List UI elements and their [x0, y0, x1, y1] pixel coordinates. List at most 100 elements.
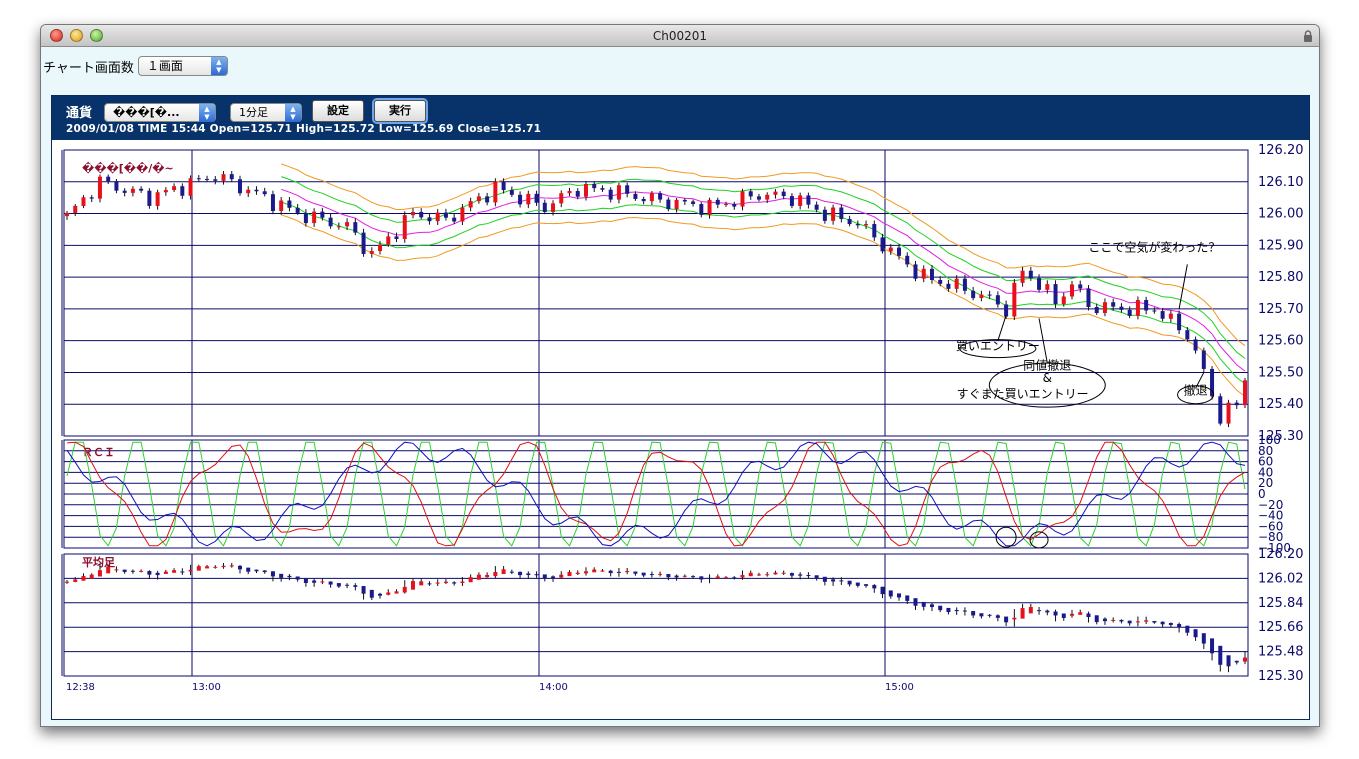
candle-body — [106, 176, 111, 182]
candle-body — [707, 199, 712, 215]
chart-annotation: すぐまた買いエントリー — [957, 387, 1089, 401]
select-arrows-icon: ▲ ▼ — [285, 104, 301, 122]
heikin-body — [509, 571, 514, 573]
candle-body — [938, 279, 943, 284]
currency-select[interactable]: ���[�... ▲ ▼ — [104, 103, 216, 122]
heikin-body — [1061, 613, 1066, 618]
screen-count-select[interactable]: １画面 ▲ ▼ — [137, 56, 228, 76]
candle-body — [641, 198, 646, 202]
candle-body — [196, 178, 201, 180]
heikin-body — [740, 575, 745, 578]
candle-body — [147, 190, 152, 206]
price-panel-title: ���[��/�~ — [82, 161, 174, 175]
candle-body — [180, 186, 185, 196]
candle-body — [1012, 282, 1017, 317]
heikin-body — [1119, 619, 1124, 622]
heikin-body — [724, 577, 729, 579]
time-axis-label: 13:00 — [192, 682, 221, 693]
candle-body — [822, 209, 827, 221]
heikin-tick-label: 126.20 — [1258, 547, 1304, 562]
heikin-body — [97, 570, 102, 577]
candle-body — [468, 201, 473, 208]
heikin-body — [254, 569, 259, 572]
candle-body — [443, 212, 448, 218]
candle-body — [312, 211, 317, 224]
chart-area[interactable]: 126.20 126.10 126.00 125.90 125.80 125.70 125.… — [52, 140, 1309, 719]
heikin-body — [336, 583, 341, 587]
heikin-body — [163, 571, 168, 574]
candle-body — [789, 196, 794, 206]
heikin-body — [674, 575, 679, 578]
heikin-body — [822, 576, 827, 582]
title-bar[interactable]: Ch00201 — [41, 25, 1319, 47]
heikin-body — [1127, 620, 1132, 624]
heikin-body — [419, 581, 424, 586]
heikin-body — [262, 570, 267, 573]
settings-button[interactable]: 設定 — [312, 100, 364, 122]
heikin-body — [106, 566, 111, 574]
heikin-body — [691, 576, 696, 578]
chart-annotation: 買いエントリー — [956, 339, 1040, 353]
candle-body — [1037, 278, 1042, 290]
candle-body — [410, 211, 415, 216]
candle-body — [666, 199, 671, 210]
lock-icon — [1304, 30, 1312, 42]
candle-body — [1177, 313, 1182, 331]
candle-body — [682, 199, 687, 202]
candle-body — [748, 191, 753, 197]
candle-body — [394, 236, 399, 239]
candle-body — [806, 195, 811, 205]
candle-body — [781, 191, 786, 197]
candle-body — [575, 190, 580, 197]
time-axis-label: 12:38 — [66, 682, 95, 693]
candle-body — [897, 247, 902, 256]
price-tick-label: 125.70 — [1258, 302, 1304, 317]
candle-body — [254, 189, 259, 192]
candle-body — [1111, 302, 1116, 307]
candle-body — [320, 211, 325, 218]
heikin-body — [583, 571, 588, 574]
candle-body — [888, 247, 893, 252]
run-button[interactable]: 実行 — [374, 100, 426, 122]
candle-body — [1004, 304, 1009, 317]
heikin-body — [287, 575, 292, 578]
heikin-tick-label: 125.48 — [1258, 645, 1304, 660]
candle-body — [1053, 284, 1058, 305]
heikin-body — [880, 586, 885, 595]
candle-body — [65, 212, 69, 217]
heikin-body — [929, 604, 934, 608]
chart-panel: 通貨 ���[�... ▲ ▼ 1分足 ▲ ▼ 設定 実行 2009/01/08 T… — [51, 95, 1310, 720]
candle-body — [1218, 396, 1223, 424]
heikin-body — [616, 571, 621, 573]
candle-body — [649, 193, 654, 202]
heikin-tick-label: 125.84 — [1258, 596, 1304, 611]
heikin-body — [1185, 625, 1190, 633]
heikin-body — [798, 574, 803, 576]
heikin-body — [864, 584, 869, 586]
heikin-body — [1020, 608, 1025, 619]
heikin-body — [147, 571, 152, 575]
heikin-body — [270, 571, 275, 577]
heikin-body — [188, 569, 193, 572]
heikin-body — [1193, 629, 1198, 638]
heikin-body — [452, 582, 457, 584]
candle-body — [509, 190, 514, 195]
timeframe-select[interactable]: 1分足 ▲ ▼ — [230, 103, 302, 122]
heikin-body — [995, 615, 1000, 618]
candle-body — [765, 194, 770, 200]
heikin-body — [213, 566, 218, 568]
candle-body — [905, 255, 910, 265]
candle-body — [929, 268, 934, 280]
heikin-body — [122, 569, 127, 572]
chart-annotation: ここで空気が変わった？ — [1088, 240, 1220, 255]
candle-body — [427, 217, 432, 222]
candle-body — [1135, 299, 1140, 316]
heikin-tick-label: 126.02 — [1258, 571, 1304, 586]
candle-body — [345, 222, 350, 227]
heikin-body — [625, 570, 630, 573]
app-window: Ch00201 チャート画面数 １画面 ▲ ▼ 通貨 ���[�... ▲ ▼ 1分… — [40, 24, 1320, 727]
heikin-body — [682, 575, 687, 577]
candle-body — [1127, 309, 1132, 316]
heikin-body — [402, 586, 407, 593]
candle-body — [246, 189, 251, 194]
